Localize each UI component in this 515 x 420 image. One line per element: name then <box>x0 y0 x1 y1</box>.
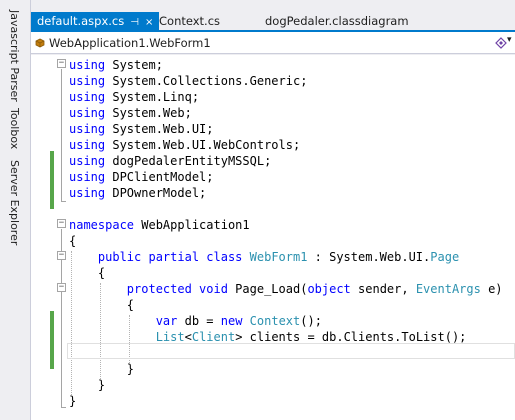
code-line[interactable]: using System.Web.UI.WebControls; <box>69 137 300 153</box>
code-token: { <box>69 234 77 248</box>
code-token: dogPedalerEntityMSSQL; <box>112 154 272 168</box>
code-line[interactable]: { <box>69 265 105 281</box>
code-line[interactable]: namespace WebApplication1 <box>69 217 250 233</box>
code-token: DPClientModel; <box>112 170 214 184</box>
collapse-icon[interactable]: − <box>57 251 66 260</box>
outline-line <box>61 69 62 201</box>
keyword-token: using <box>69 154 113 168</box>
tab-context-cs[interactable]: Context.cs <box>153 12 226 31</box>
keyword-token: using <box>69 122 113 136</box>
tab-default-aspx-cs[interactable]: default.aspx.cs ⊣ × <box>31 12 160 31</box>
tab-label: Context.cs <box>159 14 221 28</box>
keyword-token: object <box>307 282 351 296</box>
code-line[interactable]: using DPOwnerModel; <box>69 185 206 201</box>
type-dropdown-value: WebApplication1.WebForm1 <box>49 36 211 50</box>
document-tab-bar: default.aspx.cs ⊣ × Context.cs dogPedaler.… <box>31 0 515 32</box>
code-editor[interactable]: − − − − using System; using System.Collec… <box>31 55 515 420</box>
code-line[interactable]: } <box>69 361 134 377</box>
code-token: e) <box>480 282 503 296</box>
code-line[interactable]: using System.Collections.Generic; <box>69 73 307 89</box>
code-token: } <box>69 362 135 376</box>
code-line[interactable]: using System; <box>69 57 163 73</box>
code-line[interactable]: using System.Web.UI; <box>69 121 214 137</box>
member-dropdown-chevron-icon[interactable]: ▾ <box>507 35 512 45</box>
member-icon <box>495 37 507 49</box>
type-dropdown[interactable]: WebApplication1.WebForm1 <box>34 34 211 52</box>
code-line[interactable]: public partial class WebForm1 : System.W… <box>69 249 459 265</box>
tab-label: dogPedaler.classdiagram <box>265 14 409 28</box>
keyword-token: using <box>69 106 113 120</box>
code-line[interactable]: List<Client> clients = db.Clients.ToList… <box>69 329 467 345</box>
code-token: < <box>184 330 192 344</box>
collapse-icon[interactable]: − <box>57 283 66 292</box>
code-token: DPOwnerModel; <box>112 186 207 200</box>
change-marker <box>50 311 54 369</box>
keyword-token: public partial class <box>97 250 243 264</box>
code-token: System.Web; <box>112 106 192 120</box>
code-line[interactable]: } <box>69 377 105 393</box>
code-line[interactable]: using dogPedalerEntityMSSQL; <box>69 153 271 169</box>
code-token: System; <box>112 58 163 72</box>
code-token: { <box>69 266 106 280</box>
code-token: System.Web.UI.WebControls; <box>112 138 301 152</box>
code-token: (); <box>300 314 322 328</box>
collapse-icon[interactable]: − <box>57 59 66 68</box>
code-line[interactable]: using System.Linq; <box>69 89 199 105</box>
keyword-token: using <box>69 58 113 72</box>
tab-dogpedaler-classdiagram[interactable]: dogPedaler.classdiagram <box>259 12 415 31</box>
outline-end <box>61 407 66 408</box>
change-marker <box>50 151 54 209</box>
code-token: System.Web.UI; <box>112 122 214 136</box>
code-token: WebApplication1 <box>134 218 250 232</box>
code-line[interactable]: { <box>69 297 134 313</box>
code-token: : System.Web.UI. <box>307 250 431 264</box>
collapse-icon[interactable]: − <box>57 219 66 228</box>
keyword-token: using <box>69 90 113 104</box>
keyword-token: using <box>69 74 113 88</box>
type-token: Client <box>191 330 236 344</box>
type-token: Context <box>249 314 301 328</box>
code-token: } <box>69 378 106 392</box>
code-line[interactable]: using DPClientModel; <box>69 169 214 185</box>
type-token: WebForm1 <box>249 250 308 264</box>
keyword-token: protected void <box>126 282 228 296</box>
tab-label: default.aspx.cs <box>37 14 125 28</box>
code-line[interactable]: } <box>69 393 76 409</box>
javascript-parser-tab[interactable]: Javascript Parser <box>8 10 21 102</box>
keyword-token: namespace <box>69 218 135 232</box>
type-token: List <box>155 330 185 344</box>
code-line[interactable]: { <box>69 233 76 249</box>
code-token: db = <box>177 314 221 328</box>
code-token: sender, <box>350 282 416 296</box>
outline-end <box>61 201 66 202</box>
keyword-token: new <box>220 314 243 328</box>
code-token: > clients = db.Clients.ToList(); <box>235 330 467 344</box>
server-explorer-tab[interactable]: Server Explorer <box>8 160 21 245</box>
keyword-token: using <box>69 186 113 200</box>
toolbox-tab[interactable]: Toolbox <box>8 108 21 149</box>
code-line[interactable]: protected void Page_Load(object sender, … <box>69 281 503 297</box>
current-line-highlight <box>67 343 515 359</box>
type-token: Page <box>430 250 460 264</box>
type-token: EventArgs <box>415 282 481 296</box>
code-line[interactable]: var db = new Context(); <box>69 313 322 329</box>
keyword-token: using <box>69 138 113 152</box>
keyword-token: var <box>155 314 178 328</box>
code-token: System.Linq; <box>112 90 200 104</box>
side-tool-strip: Javascript Parser Toolbox Server Explore… <box>0 0 31 420</box>
code-token: { <box>69 298 135 312</box>
code-token: } <box>69 394 77 408</box>
code-token: System.Collections.Generic; <box>112 74 308 88</box>
code-token: Page_Load( <box>227 282 308 296</box>
navigation-bar: WebApplication1.WebForm1 ▾ <box>31 32 515 54</box>
keyword-token: using <box>69 170 113 184</box>
class-icon <box>35 38 45 48</box>
code-line[interactable]: using System.Web; <box>69 105 192 121</box>
